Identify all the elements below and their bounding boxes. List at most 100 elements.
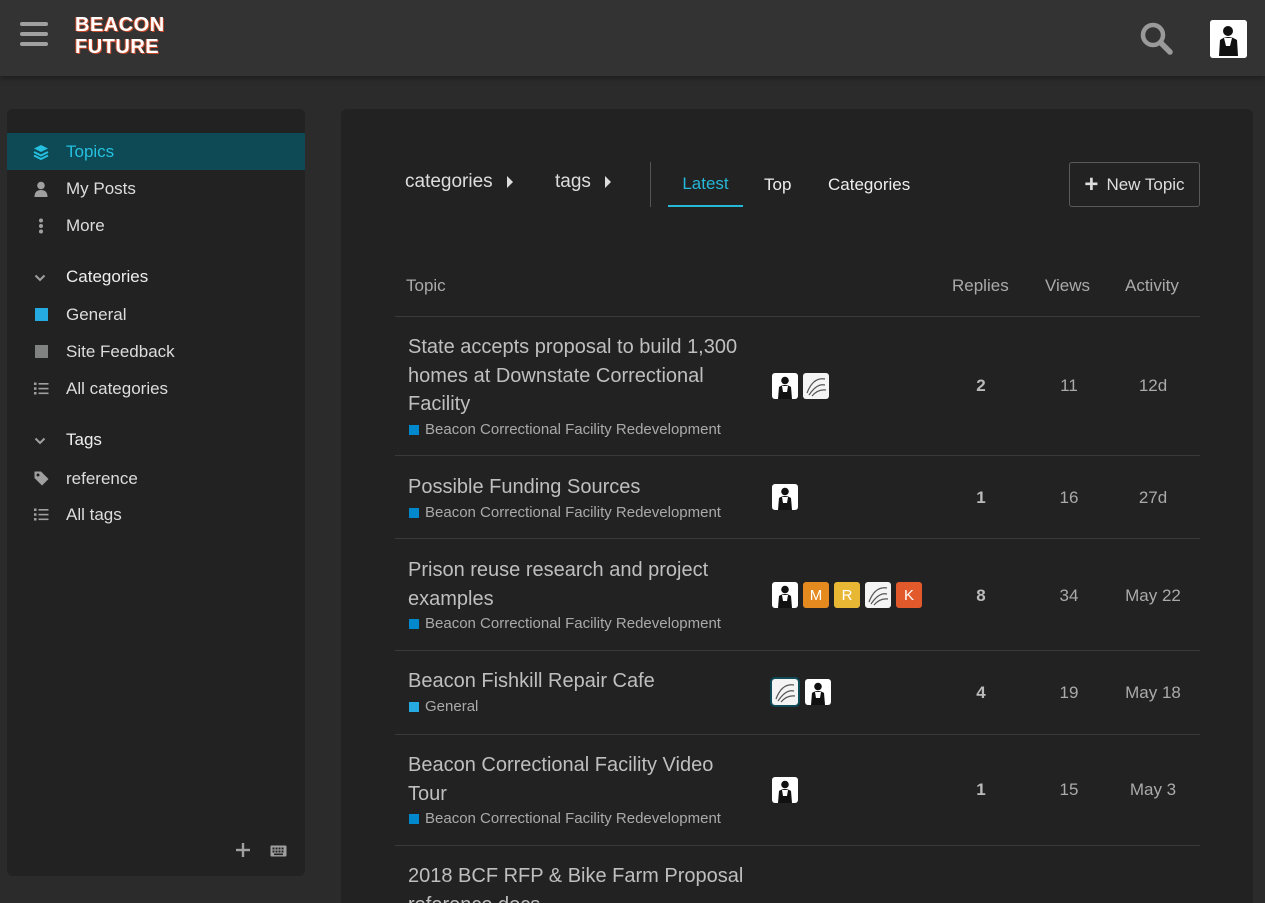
- new-topic-label: New Topic: [1106, 174, 1185, 194]
- hamburger-icon[interactable]: [20, 22, 48, 48]
- poster-avatar[interactable]: K: [896, 582, 922, 608]
- sidebar-item-all-categories[interactable]: All categories: [7, 370, 305, 407]
- sidebar-item-label: Topics: [66, 141, 115, 161]
- poster-avatar[interactable]: [772, 679, 798, 705]
- topic-category-badge[interactable]: Beacon Correctional Facility Redevelopme…: [409, 504, 721, 521]
- list-icon: [32, 382, 50, 395]
- poster-avatars: [772, 777, 798, 803]
- topic-title-link[interactable]: State accepts proposal to build 1,300 ho…: [408, 333, 753, 419]
- sidebar-item-more[interactable]: More: [7, 207, 305, 244]
- search-icon[interactable]: [1138, 20, 1174, 56]
- categories-dropdown[interactable]: categories: [405, 171, 513, 193]
- topic-category-badge[interactable]: Beacon Correctional Facility Redevelopme…: [409, 615, 721, 632]
- topic-title-link[interactable]: Beacon Correctional Facility Video Tour: [408, 751, 753, 808]
- categories-section-toggle[interactable]: Categories: [7, 262, 305, 292]
- category-swatch: [409, 507, 419, 518]
- poster-avatar[interactable]: [803, 373, 829, 399]
- poster-avatar[interactable]: [772, 484, 798, 510]
- category-swatch: [34, 345, 48, 358]
- topic-title-link[interactable]: Prison reuse research and project exampl…: [408, 556, 753, 613]
- poster-avatar[interactable]: [805, 679, 831, 705]
- topic-category-badge[interactable]: Beacon Correctional Facility Redevelopme…: [409, 421, 721, 438]
- current-user-avatar[interactable]: [1210, 20, 1247, 58]
- topic-views: 11: [1060, 376, 1078, 395]
- sidebar-item-tag-reference[interactable]: reference: [7, 460, 305, 497]
- chevron-down-icon: [34, 267, 48, 287]
- topic-title-link[interactable]: Possible Funding Sources: [408, 473, 753, 502]
- sidebar-item-label: reference: [66, 468, 138, 488]
- topic-row: Prison reuse research and project exampl…: [395, 538, 1200, 650]
- categories-heading: Categories: [66, 267, 149, 286]
- caret-right-icon: [604, 176, 611, 188]
- tags-dropdown-label: tags: [555, 171, 591, 192]
- tags-heading: Tags: [66, 430, 102, 449]
- plus-icon: +: [1084, 170, 1099, 198]
- sidebar-item-label: Site Feedback: [66, 341, 175, 361]
- topic-activity[interactable]: May 3: [1123, 780, 1183, 800]
- topic-views: 16: [1059, 488, 1079, 507]
- categories-dropdown-label: categories: [405, 171, 493, 192]
- sidebar-item-site-feedback[interactable]: Site Feedback: [7, 333, 305, 370]
- poster-avatar[interactable]: [772, 777, 798, 803]
- topic-title-link[interactable]: 2018 BCF RFP & Bike Farm Proposal refere…: [408, 862, 753, 903]
- layers-icon: [32, 144, 50, 160]
- topic-category-label: General: [425, 698, 479, 715]
- topic-replies: 8: [976, 586, 986, 605]
- poster-avatar[interactable]: M: [803, 582, 829, 608]
- user-icon: [32, 181, 50, 197]
- category-swatch: [409, 618, 419, 629]
- poster-avatar[interactable]: [865, 582, 891, 608]
- plus-icon[interactable]: [236, 843, 250, 862]
- column-header-replies[interactable]: Replies: [952, 276, 1009, 296]
- sidebar-item-all-tags[interactable]: All tags: [7, 496, 305, 533]
- topic-row: Beacon Fishkill Repair Cafe General 4 19…: [395, 650, 1200, 734]
- topic-category-badge[interactable]: Beacon Correctional Facility Redevelopme…: [409, 810, 721, 827]
- sidebar-footer: [236, 843, 287, 862]
- topic-category-badge[interactable]: General: [409, 698, 478, 715]
- keyboard-icon[interactable]: [270, 844, 287, 862]
- sidebar-item-label: All categories: [66, 378, 169, 398]
- topic-activity[interactable]: 27d: [1123, 488, 1183, 508]
- column-header-activity[interactable]: Activity: [1125, 276, 1179, 296]
- sidebar-item-label: My Posts: [66, 178, 136, 198]
- tab-top[interactable]: Top: [764, 162, 791, 207]
- category-swatch: [34, 308, 48, 321]
- poster-avatars: [772, 373, 829, 399]
- new-topic-button[interactable]: + New Topic: [1069, 162, 1200, 207]
- main-content: categories tags Latest Top Categories + …: [341, 109, 1253, 903]
- category-swatch: [409, 701, 419, 712]
- topic-activity[interactable]: May 18: [1123, 683, 1183, 703]
- topic-activity[interactable]: May 22: [1123, 586, 1183, 606]
- tab-latest[interactable]: Latest: [668, 162, 743, 207]
- topic-category-label: Beacon Correctional Facility Redevelopme…: [425, 421, 721, 438]
- topic-replies: 2: [976, 376, 986, 395]
- topic-category-label: Beacon Correctional Facility Redevelopme…: [425, 810, 721, 827]
- sidebar-item-general[interactable]: General: [7, 296, 305, 333]
- sidebar-item-label: General: [66, 304, 127, 324]
- poster-avatar[interactable]: R: [834, 582, 860, 608]
- nav-divider: [650, 162, 651, 207]
- poster-avatar[interactable]: [772, 582, 798, 608]
- topic-replies: 4: [976, 683, 986, 702]
- topic-category-label: Beacon Correctional Facility Redevelopme…: [425, 504, 721, 521]
- tags-section-toggle[interactable]: Tags: [7, 425, 305, 455]
- tags-dropdown[interactable]: tags: [555, 171, 611, 193]
- poster-avatar[interactable]: [772, 373, 798, 399]
- column-header-views[interactable]: Views: [1045, 276, 1090, 296]
- topic-row: Possible Funding Sources Beacon Correcti…: [395, 455, 1200, 538]
- sidebar: Topics My Posts More Categories General …: [7, 109, 305, 876]
- logo-line-1: BEACON: [75, 14, 165, 36]
- sidebar-item-topics[interactable]: Topics: [7, 133, 305, 170]
- category-swatch: [409, 424, 419, 435]
- list-icon: [32, 508, 50, 521]
- topic-title-link[interactable]: Beacon Fishkill Repair Cafe: [408, 667, 753, 696]
- tab-categories[interactable]: Categories: [828, 162, 910, 207]
- column-header-topic[interactable]: Topic: [406, 276, 446, 296]
- poster-avatars: [772, 484, 798, 510]
- site-logo[interactable]: BEACON FUTURE: [75, 14, 165, 58]
- logo-line-2: FUTURE: [75, 36, 160, 58]
- topic-activity[interactable]: 12d: [1123, 376, 1183, 396]
- sidebar-item-my-posts[interactable]: My Posts: [7, 170, 305, 207]
- topic-views: 34: [1059, 586, 1079, 605]
- topic-replies: 1: [976, 488, 986, 507]
